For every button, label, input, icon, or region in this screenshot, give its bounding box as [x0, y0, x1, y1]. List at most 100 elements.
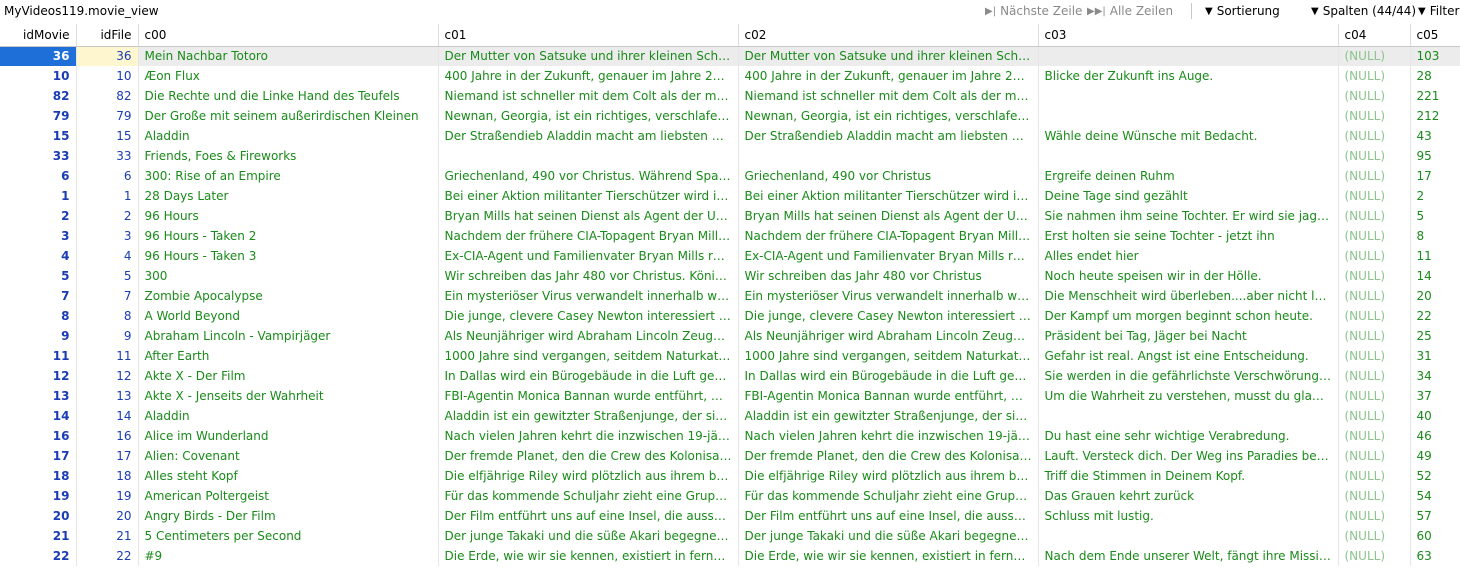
table-row[interactable]: 15 15 Aladdin Der Straßendieb Aladdin macht… — [0, 126, 1460, 146]
cell-c05[interactable]: 221 — [1410, 86, 1460, 106]
cell-c05[interactable]: 60 — [1410, 526, 1460, 546]
cell-idmovie[interactable]: 16 — [0, 426, 77, 446]
column-header-c04[interactable]: c04 — [1338, 24, 1411, 47]
cell-c04[interactable]: (NULL) — [1338, 266, 1411, 286]
cell-c04[interactable]: (NULL) — [1338, 526, 1411, 546]
table-row[interactable]: 22 22 #9 Die Erde, wie wir sie kennen, exis… — [0, 546, 1460, 566]
cell-c05[interactable]: 14 — [1410, 266, 1460, 286]
cell-c05[interactable]: 31 — [1410, 346, 1460, 366]
cell-c05[interactable]: 46 — [1410, 426, 1460, 446]
cell-c04[interactable]: (NULL) — [1338, 446, 1411, 466]
cell-c02[interactable]: Die Erde, wie wir sie kennen, existiert … — [738, 546, 1039, 566]
cell-c02[interactable]: Die elfjährige Riley wird plötzlich aus … — [738, 466, 1039, 486]
cell-idfile[interactable]: 36 — [76, 46, 139, 66]
cell-idfile[interactable]: 11 — [76, 346, 139, 366]
cell-c02[interactable]: Wir schreiben das Jahr 480 vor Christus — [738, 266, 1039, 286]
cell-c01[interactable]: Als Neunjähriger wird Abraham Lincoln Ze… — [438, 326, 739, 346]
cell-c03[interactable]: Die Menschheit wird überleben....aber ni… — [1038, 286, 1339, 306]
cell-idfile[interactable]: 1 — [76, 186, 139, 206]
cell-c02[interactable]: In Dallas wird ein Bürogebäude in die Lu… — [738, 366, 1039, 386]
cell-c04[interactable]: (NULL) — [1338, 106, 1411, 126]
table-row[interactable]: 12 12 Akte X - Der Film In Dallas wird ein … — [0, 366, 1460, 386]
cell-c05[interactable]: 52 — [1410, 466, 1460, 486]
cell-c03[interactable]: Schluss mit lustig. — [1038, 506, 1339, 526]
cell-c03[interactable] — [1038, 526, 1339, 546]
cell-c05[interactable]: 54 — [1410, 486, 1460, 506]
cell-c02[interactable]: Ex-CIA-Agent und Familienvater Bryan Mil… — [738, 246, 1039, 266]
cell-c02[interactable]: Ein mysteriöser Virus verwandelt innerha… — [738, 286, 1039, 306]
cell-c01[interactable]: Bryan Mills hat seinen Dienst als Agent … — [438, 206, 739, 226]
column-header-idmovie[interactable]: idMovie — [0, 24, 77, 47]
all-rows-button[interactable]: ▶▶| Alle Zeilen — [1087, 4, 1173, 18]
cell-c00[interactable]: 300 — [138, 266, 439, 286]
cell-idmovie[interactable]: 15 — [0, 126, 77, 146]
cell-c04[interactable]: (NULL) — [1338, 246, 1411, 266]
cell-c05[interactable]: 5 — [1410, 206, 1460, 226]
cell-c04[interactable]: (NULL) — [1338, 146, 1411, 166]
cell-c00[interactable]: Der Große mit seinem außerirdischen Klei… — [138, 106, 439, 126]
cell-idmovie[interactable]: 7 — [0, 286, 77, 306]
cell-c01[interactable]: Nach vielen Jahren kehrt die inzwischen … — [438, 426, 739, 446]
cell-idfile[interactable]: 12 — [76, 366, 139, 386]
cell-c03[interactable]: Alles endet hier — [1038, 246, 1339, 266]
cell-idfile[interactable]: 3 — [76, 226, 139, 246]
cell-c03[interactable] — [1038, 106, 1339, 126]
table-row[interactable]: 6 6 300: Rise of an Empire Griechenland, 49… — [0, 166, 1460, 186]
cell-idmovie[interactable]: 6 — [0, 166, 77, 186]
data-grid[interactable]: idMovie idFile c00 c01 c02 c03 c04 c05 3… — [0, 24, 1460, 569]
cell-idmovie[interactable]: 79 — [0, 106, 77, 126]
cell-c01[interactable]: Ein mysteriöser Virus verwandelt innerha… — [438, 286, 739, 306]
cell-c03[interactable]: Lauft. Versteck dich. Der Weg ins Paradi… — [1038, 446, 1339, 466]
table-row[interactable]: 21 21 5 Centimeters per Second Der junge Ta… — [0, 526, 1460, 546]
cell-idfile[interactable]: 15 — [76, 126, 139, 146]
cell-c00[interactable]: Alles steht Kopf — [138, 466, 439, 486]
cell-c04[interactable]: (NULL) — [1338, 386, 1411, 406]
cell-idfile[interactable]: 79 — [76, 106, 139, 126]
cell-c02[interactable]: Nach vielen Jahren kehrt die inzwischen … — [738, 426, 1039, 446]
cell-c04[interactable]: (NULL) — [1338, 346, 1411, 366]
cell-idmovie[interactable]: 5 — [0, 266, 77, 286]
cell-c04[interactable]: (NULL) — [1338, 326, 1411, 346]
cell-c05[interactable]: 212 — [1410, 106, 1460, 126]
cell-c02[interactable]: Griechenland, 490 vor Christus — [738, 166, 1039, 186]
cell-c02[interactable]: Aladdin ist ein gewitzter Straßenjunge, … — [738, 406, 1039, 426]
cell-c02[interactable]: 400 Jahre in der Zukunft, genauer im Jah… — [738, 66, 1039, 86]
cell-c00[interactable]: Angry Birds - Der Film — [138, 506, 439, 526]
cell-idmovie[interactable]: 1 — [0, 186, 77, 206]
cell-c05[interactable]: 95 — [1410, 146, 1460, 166]
cell-c00[interactable]: Mein Nachbar Totoro — [138, 46, 439, 66]
cell-c00[interactable]: Akte X - Der Film — [138, 366, 439, 386]
cell-c03[interactable]: Wähle deine Wünsche mit Bedacht. — [1038, 126, 1339, 146]
cell-c01[interactable]: Der junge Takaki und die süße Akari bege… — [438, 526, 739, 546]
cell-c03[interactable] — [1038, 146, 1339, 166]
cell-c02[interactable]: Der Film entführt uns auf eine Insel, di… — [738, 506, 1039, 526]
cell-idfile[interactable]: 22 — [76, 546, 139, 566]
cell-c00[interactable]: American Poltergeist — [138, 486, 439, 506]
cell-idfile[interactable]: 82 — [76, 86, 139, 106]
cell-idfile[interactable]: 7 — [76, 286, 139, 306]
table-row[interactable]: 33 33 Friends, Foes & Fireworks (NULL) 95 — [0, 146, 1460, 166]
cell-idmovie[interactable]: 9 — [0, 326, 77, 346]
cell-c00[interactable]: Alice im Wunderland — [138, 426, 439, 446]
cell-idmovie[interactable]: 17 — [0, 446, 77, 466]
table-row[interactable]: 36 36 Mein Nachbar Totoro Der Mutter von Sa… — [0, 46, 1460, 66]
cell-c02[interactable]: Als Neunjähriger wird Abraham Lincoln Ze… — [738, 326, 1039, 346]
column-header-c05[interactable]: c05 — [1410, 24, 1460, 47]
cell-idfile[interactable]: 2 — [76, 206, 139, 226]
table-row[interactable]: 79 79 Der Große mit seinem außerirdischen … — [0, 106, 1460, 126]
cell-c05[interactable]: 40 — [1410, 406, 1460, 426]
cell-c05[interactable]: 37 — [1410, 386, 1460, 406]
cell-c00[interactable]: Akte X - Jenseits der Wahrheit — [138, 386, 439, 406]
cell-idmovie[interactable]: 10 — [0, 66, 77, 86]
cell-c04[interactable]: (NULL) — [1338, 166, 1411, 186]
cell-idfile[interactable]: 9 — [76, 326, 139, 346]
next-row-button[interactable]: ▶| Nächste Zeile — [985, 4, 1082, 18]
cell-c03[interactable]: Präsident bei Tag, Jäger bei Nacht — [1038, 326, 1339, 346]
cell-c05[interactable]: 25 — [1410, 326, 1460, 346]
cell-c04[interactable]: (NULL) — [1338, 206, 1411, 226]
cell-idmovie[interactable]: 33 — [0, 146, 77, 166]
cell-c03[interactable]: Das Grauen kehrt zurück — [1038, 486, 1339, 506]
cell-idmovie[interactable]: 12 — [0, 366, 77, 386]
cell-c03[interactable]: Um die Wahrheit zu verstehen, musst du g… — [1038, 386, 1339, 406]
cell-c04[interactable]: (NULL) — [1338, 406, 1411, 426]
